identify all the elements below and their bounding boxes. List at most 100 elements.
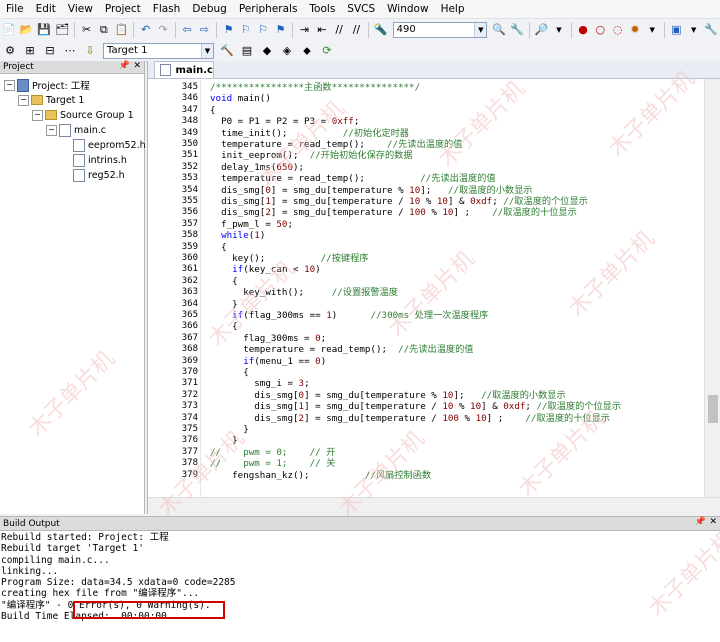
code-line[interactable]: flag_300ms = 0; [210, 333, 690, 344]
code-line[interactable]: delay_1ms(650); [210, 162, 690, 173]
close-icon[interactable]: ✕ [133, 61, 141, 71]
batch-build-icon[interactable]: ⋯ [62, 43, 78, 59]
undo-icon[interactable]: ↶ [139, 22, 152, 38]
chevron-down-icon[interactable]: ▼ [687, 22, 700, 38]
target-options-icon[interactable]: 🔨 [219, 43, 235, 59]
copy-icon[interactable]: ⧉ [97, 22, 110, 38]
code-line[interactable]: temperature = read_temp(); //先读出温度的值 [210, 139, 690, 150]
tree-node[interactable]: − main.c [46, 123, 106, 137]
tab-main-c[interactable]: main.c [154, 61, 214, 78]
menu-item-project[interactable]: Project [99, 3, 147, 15]
code-line[interactable]: smg_i = 3; [210, 378, 690, 389]
code-line[interactable]: { [210, 276, 690, 287]
configure-icon[interactable]: 🔧 [510, 22, 524, 38]
scroll-thumb[interactable] [708, 395, 718, 423]
code-line[interactable]: init_eeprom(); //开始初始化保存的数据 [210, 150, 690, 161]
select-pack-icon[interactable]: ◈ [279, 43, 295, 59]
find-icon[interactable]: 🔍 [492, 22, 506, 38]
collapse-icon[interactable]: − [18, 94, 29, 106]
code-line[interactable]: // pwm = 0; // 开 [210, 447, 690, 458]
compile-icon[interactable]: ⚙ [2, 43, 18, 59]
nav-forward-icon[interactable]: ⇨ [198, 22, 211, 38]
bookmark-icon[interactable]: ⚑ [222, 22, 235, 38]
code-line[interactable]: P0 = P1 = P2 = P3 = 0xff; [210, 116, 690, 127]
rebuild-icon[interactable]: ⊟ [42, 43, 58, 59]
tree-node[interactable]: reg52.h [60, 168, 125, 182]
code-line[interactable]: dis_smg[1] = smg_du[temperature / 10 % 1… [210, 196, 690, 207]
cut-icon[interactable]: ✂ [80, 22, 93, 38]
breakpoint-icon[interactable]: ● [576, 22, 589, 38]
chevron-down-icon[interactable]: ▼ [474, 22, 487, 37]
code-line[interactable]: dis_smg[2] = smg_du[temperature / 100 % … [210, 413, 690, 424]
comment-icon[interactable]: // [332, 22, 345, 38]
paste-icon[interactable]: 📋 [115, 22, 129, 38]
code-line[interactable]: dis_smg[0] = smg_du[temperature % 10]; /… [210, 390, 690, 401]
code-line[interactable]: dis_smg[1] = smg_du[temperature / 10 % 1… [210, 401, 690, 412]
code-line[interactable]: f_pwm_l = 50; [210, 219, 690, 230]
menu-item-window[interactable]: Window [381, 3, 434, 15]
settings-icon[interactable]: 🔧 [704, 22, 718, 38]
save-all-icon[interactable]: 🗂 [55, 22, 69, 38]
menu-item-view[interactable]: View [62, 3, 99, 15]
tree-node[interactable]: eeprom52.h [60, 138, 146, 152]
code-line[interactable]: temperature = read_temp(); //先读出温度的值 [210, 344, 690, 355]
bookmark-prev-icon[interactable]: ⚐ [239, 22, 252, 38]
menu-item-edit[interactable]: Edit [30, 3, 62, 15]
code-line[interactable]: { [210, 367, 690, 378]
menu-item-debug[interactable]: Debug [186, 3, 233, 15]
close-icon[interactable]: ✕ [709, 517, 717, 527]
bookmark-next-icon[interactable]: ⚐ [256, 22, 269, 38]
collapse-icon[interactable]: − [4, 79, 15, 91]
menu-item-help[interactable]: Help [435, 3, 471, 15]
uncomment-icon[interactable]: // [350, 22, 363, 38]
code-line[interactable]: } [210, 435, 690, 446]
chevron-down-icon[interactable]: ▼ [646, 22, 659, 38]
value-combo[interactable]: 490 ▼ [392, 21, 488, 38]
window-layout-icon[interactable]: ▣ [670, 22, 683, 38]
code-line[interactable]: } [210, 299, 690, 310]
code-line[interactable]: } [210, 424, 690, 435]
update-pack-icon[interactable]: ⟳ [319, 43, 335, 59]
manage-components-icon[interactable]: ◆ [259, 43, 275, 59]
open-folder-icon[interactable]: 📂 [20, 22, 34, 38]
code-line[interactable]: fengshan_kz(); //风扇控制函数 [210, 470, 690, 481]
file-extensions-icon[interactable]: ▤ [239, 43, 255, 59]
breakpoint-disable-icon[interactable]: ○ [594, 22, 607, 38]
collapse-icon[interactable]: − [32, 109, 43, 121]
chevron-down-icon[interactable]: ▼ [201, 43, 213, 58]
vertical-scrollbar[interactable] [704, 79, 720, 497]
code-line[interactable]: key(); //按键程序 [210, 253, 690, 264]
code-line[interactable]: if(menu_1 == 0) [210, 356, 690, 367]
target-select[interactable]: Target 1 ▼ [103, 42, 214, 59]
horizontal-scrollbar[interactable] [148, 497, 720, 514]
code-line[interactable]: /****************主函数***************/ [210, 82, 690, 93]
unindent-icon[interactable]: ⇤ [315, 22, 328, 38]
find-in-files-icon[interactable]: 🔦 [374, 22, 388, 38]
code-line[interactable]: { [210, 105, 690, 116]
indent-icon[interactable]: ⇥ [298, 22, 311, 38]
code-line[interactable]: key_with(); //设置报警温度 [210, 287, 690, 298]
save-icon[interactable]: 💾 [37, 22, 51, 38]
menu-item-file[interactable]: File [0, 3, 30, 15]
pack-installer-icon[interactable]: ⬥ [299, 43, 315, 59]
new-file-icon[interactable]: 📄 [2, 22, 16, 38]
code-editor[interactable]: main.c 345 /****************主函数**********… [147, 61, 720, 514]
pin-icon[interactable]: 📌 [695, 517, 706, 527]
code-line[interactable]: void main() [210, 93, 690, 104]
nav-back-icon[interactable]: ⇦ [180, 22, 193, 38]
chevron-down-icon[interactable]: ▼ [552, 22, 565, 38]
menu-item-peripherals[interactable]: Peripherals [233, 3, 304, 15]
code-line[interactable]: { [210, 321, 690, 332]
collapse-icon[interactable]: − [46, 124, 57, 136]
code-line[interactable]: dis_smg[2] = smg_du[temperature / 100 % … [210, 207, 690, 218]
tree-node[interactable]: − Source Group 1 [32, 108, 134, 122]
menu-item-svcs[interactable]: SVCS [341, 3, 381, 15]
tree-node[interactable]: intrins.h [60, 153, 127, 167]
tree-node[interactable]: − Target 1 [18, 93, 84, 107]
menu-item-flash[interactable]: Flash [147, 3, 187, 15]
build-icon[interactable]: ⊞ [22, 43, 38, 59]
tree-node[interactable]: − Project: 工程 [4, 78, 90, 92]
debug-start-icon[interactable]: 🔎 [535, 22, 549, 38]
code-line[interactable]: time_init(); //初始化定时器 [210, 128, 690, 139]
bookmark-clear-icon[interactable]: ⚑ [274, 22, 287, 38]
